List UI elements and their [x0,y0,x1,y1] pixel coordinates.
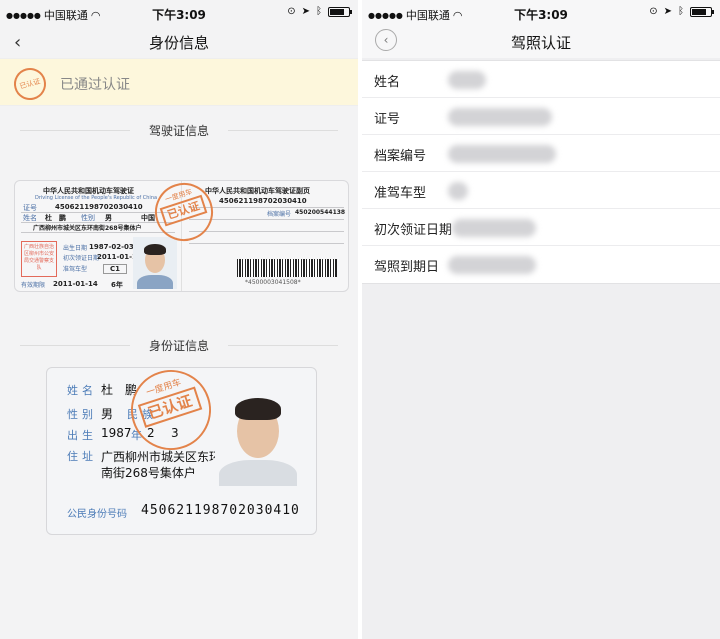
lock-rotation-icon: ⊙ [649,6,658,17]
list-item-issue-date: 初次领证日期 [362,209,720,246]
row-label: 姓名 [374,75,401,90]
id-card-image: 姓名 杜 鹏 性别 男 民族 出生 1987 年 2 3 住址 广西柳州市城关区… [46,367,317,535]
id-photo [215,386,301,486]
dl-sub-number: 450621198702030410 [219,197,307,205]
id-sex-label: 性别 [67,408,97,421]
id-address-label: 住址 [67,450,97,463]
dl-class-label: 准驾车型 [63,266,88,273]
id-address-line1: 广西柳州市城关区东环 [101,450,222,464]
dl-birth: 1987-02-03 [89,243,134,251]
battery-icon [690,6,714,17]
id-sex: 男 [101,407,114,421]
list-item-name: 姓名 [362,61,720,98]
identity-info-screen: ●●●●● 中国联通 ◠ 下午3:09 ⊙ ➤ ᛒ ‹ 身份信息 已认证 已通过… [0,0,358,639]
location-icon: ➤ [663,6,672,17]
dl-class: C1 [103,264,128,274]
bluetooth-icon: ᛒ [678,6,684,17]
battery-icon [328,6,352,17]
list-item-number: 证号 [362,98,720,135]
id-section-title: 身份证信息 [20,337,338,353]
nav-bar: ‹ 身份信息 [0,26,358,58]
dl-valid-from: 2011-01-14 [53,280,98,288]
page-title: 驾照认证 [510,34,571,52]
nav-bar: ‹ 驾照认证 [362,26,720,58]
id-birth-year: 1987 [101,426,132,440]
dl-main-subtitle: Driving License of the People's Republic… [35,195,158,201]
dl-address: 广西柳州市城关区东环南街268号集体户 [33,225,142,232]
license-verification-screen: ●●●●● 中国联通 ◠ 下午3:09 ⊙ ➤ ᛒ ‹ 驾照认证 姓名 证号 档… [362,0,720,639]
row-label: 准驾车型 [374,186,427,201]
lock-rotation-icon: ⊙ [287,6,296,17]
list-item-file-number: 档案编号 [362,135,720,172]
bluetooth-icon: ᛒ [316,6,322,17]
status-bar: ●●●●● 中国联通 ◠ 下午3:09 ⊙ ➤ ᛒ [362,0,720,26]
verified-stamp-icon: 已认证 [10,64,50,104]
status-bar: ●●●●● 中国联通 ◠ 下午3:09 ⊙ ➤ ᛒ [0,0,358,26]
row-label: 档案编号 [374,149,427,164]
dl-birth-label: 出生日期 [63,245,88,252]
redacted-value [448,71,486,89]
verified-text: 已通过认证 [60,77,130,93]
redacted-value [448,182,468,200]
dl-barcode-number: *4500003041508* [245,279,301,286]
dl-photo [133,237,177,289]
dl-barcode [237,259,337,277]
dl-sub-title: 中华人民共和国机动车驾驶证副页 [205,187,310,195]
dl-valid-label: 有效期限 [21,282,46,289]
redacted-value [452,219,536,237]
driver-license-image: 中华人民共和国机动车驾驶证 Driving License of the Peo… [14,180,349,292]
dl-file-label: 档案编号 [267,211,292,218]
dl-valid-years: 6年 [111,281,123,289]
driver-section-title: 驾驶证信息 [20,122,338,138]
location-icon: ➤ [301,6,310,17]
dl-file-number: 450200544138 [295,209,346,216]
id-name-label: 姓名 [67,384,97,397]
dl-number: 450621198702030410 [55,203,143,211]
list-item-vehicle-class: 准驾车型 [362,172,720,209]
id-number-label: 公民身份号码 [67,509,127,520]
verified-banner: 已认证 已通过认证 [0,58,358,106]
redacted-value [448,256,536,274]
row-label: 初次领证日期 [374,223,453,238]
list-item-expiry-date: 驾照到期日 [362,246,720,283]
id-address-line2: 南街268号集体户 [101,466,196,480]
row-label: 证号 [374,112,401,127]
page-title: 身份信息 [148,34,209,52]
dl-authority-seal: 广西壮族自治区柳州市公安局交通警察支队 [21,241,57,277]
row-label: 驾照到期日 [374,260,440,275]
license-info-list: 姓名 证号 档案编号 准驾车型 初次领证日期 驾照到期日 [362,60,720,284]
id-birth-label: 出生 [67,429,97,442]
redacted-value [448,145,556,163]
dl-issue-label: 初次领证日期 [63,255,100,262]
redacted-value [448,108,552,126]
id-number: 450621198702030410 [141,503,300,518]
